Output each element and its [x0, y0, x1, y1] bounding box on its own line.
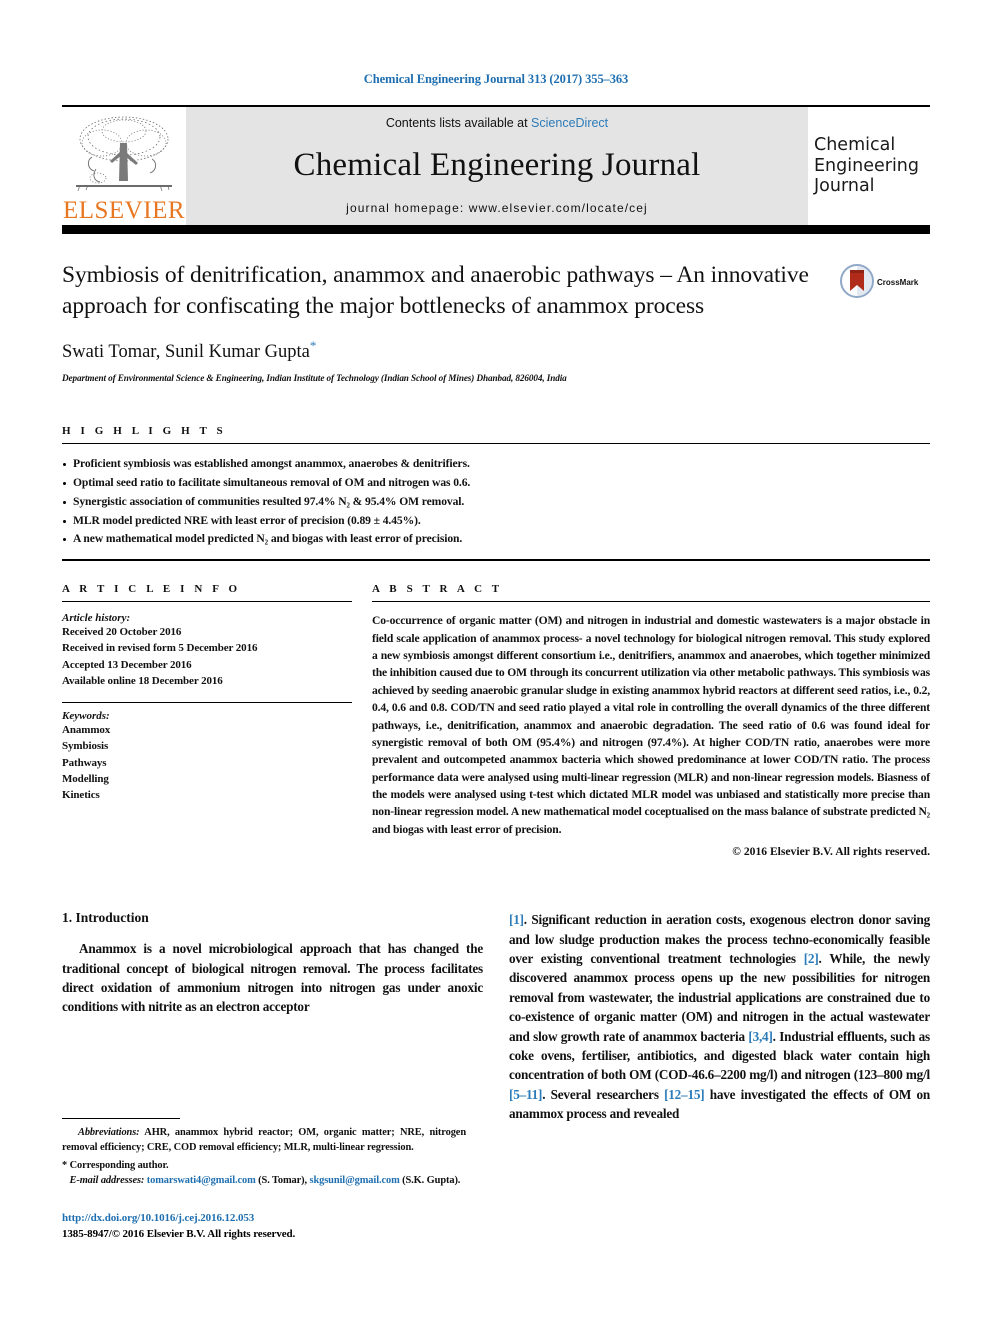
email-owner-2: (S.K. Gupta).: [399, 1174, 461, 1186]
corresponding-author-note: * Corresponding author.: [62, 1159, 169, 1171]
article-history-item: Received in revised form 5 December 2016: [62, 642, 258, 655]
citation-reference-link[interactable]: [12–15]: [664, 1087, 705, 1102]
abstract-body: Co-occurrence of organic matter (OM) and…: [372, 612, 930, 838]
section-heading-introduction: 1. Introduction: [62, 910, 149, 926]
email-owner-1: (S. Tomar),: [255, 1174, 310, 1186]
keyword-item: Kinetics: [62, 789, 100, 802]
corresponding-author-marker: *: [309, 338, 317, 354]
citation-reference-link[interactable]: [5–11]: [509, 1087, 542, 1102]
abstract-text: Co-occurrence of organic matter (OM) and…: [372, 614, 930, 836]
highlights-heading: H I G H L I G H T S: [62, 425, 227, 438]
affiliation: Department of Environmental Science & En…: [62, 373, 567, 384]
journal-homepage-link[interactable]: journal homepage: www.elsevier.com/locat…: [346, 201, 648, 215]
list-item: Synergistic association of communities r…: [62, 493, 930, 512]
highlights-list: Proficient symbiosis was established amo…: [62, 455, 930, 549]
contents-prefix: Contents lists available at: [385, 116, 532, 130]
list-item: MLR model predicted NRE with least error…: [62, 512, 930, 531]
abbreviations-label: Abbreviations:: [78, 1127, 140, 1138]
doi-block: http://dx.doi.org/10.1016/j.cej.2016.12.…: [62, 1211, 466, 1243]
abstract-column: A B S T R A C T Co-occurrence of organic…: [372, 583, 930, 858]
article-history-item: Received 20 October 2016: [62, 626, 182, 639]
body-column-right: [1]. Significant reduction in aeration c…: [509, 910, 930, 1123]
article-info-rule: [62, 601, 352, 603]
intro-paragraph-right: [1]. Significant reduction in aeration c…: [509, 910, 930, 1123]
abstract-rule: [372, 601, 930, 603]
issn-copyright-line: 1385-8947/© 2016 Elsevier B.V. All right…: [62, 1227, 296, 1240]
footnote-block: Abbreviations: AHR, anammox hybrid react…: [62, 1118, 466, 1243]
info-abstract-row: A R T I C L E I N F O Article history: R…: [62, 583, 930, 858]
citation-reference-link[interactable]: [2]: [804, 951, 819, 966]
body-columns: 1. Introduction Anammox is a novel micro…: [62, 910, 930, 1123]
crossmark-badge[interactable]: CrossMark: [840, 260, 930, 383]
article-history-label: Article history:: [62, 612, 131, 625]
highlights-bottom-rule: [62, 559, 930, 562]
keyword-item: Pathways: [62, 756, 107, 769]
contents-available-line: Contents lists available at ScienceDirec…: [386, 116, 608, 130]
citation-reference-link[interactable]: [3,4]: [748, 1029, 772, 1044]
elsevier-tree-icon: [76, 116, 172, 192]
abstract-heading: A B S T R A C T: [372, 583, 503, 596]
email-note: E-mail addresses: tomarswati4@gmail.com …: [62, 1174, 466, 1189]
page-title: Symbiosis of denitrification, anammox an…: [62, 262, 809, 319]
list-item: Proficient symbiosis was established amo…: [62, 455, 930, 474]
citation-reference-link[interactable]: [1]: [509, 912, 524, 927]
cover-line-3: Journal: [814, 176, 875, 197]
keywords-separator-rule: [62, 702, 352, 704]
elsevier-wordmark: ELSEVIER: [62, 197, 186, 224]
article-history-item: Accepted 13 December 2016: [62, 658, 192, 671]
masthead: ELSEVIER Contents lists available at Sci…: [62, 107, 930, 225]
intro-paragraph-left: Anammox is a novel microbiological appro…: [62, 941, 483, 1015]
crossmark-label: CrossMark: [877, 278, 919, 287]
footnote-rule: [62, 1118, 180, 1119]
body-column-left: 1. Introduction Anammox is a novel micro…: [62, 910, 483, 1123]
email-label: E-mail addresses:: [69, 1174, 145, 1186]
keywords-label: Keywords:: [62, 710, 110, 723]
journal-title: Chemical Engineering Journal: [293, 147, 701, 183]
paper-page: Chemical Engineering Journal 313 (2017) …: [0, 0, 992, 1323]
article-info-column: A R T I C L E I N F O Article history: R…: [62, 583, 352, 858]
copyright-line: © 2016 Elsevier B.V. All rights reserved…: [732, 845, 930, 859]
author-list: Swati Tomar, Sunil Kumar Gupta*: [62, 338, 820, 363]
keyword-item: Modelling: [62, 773, 109, 786]
email-link-1[interactable]: tomarswati4@gmail.com: [147, 1175, 256, 1186]
journal-citation: Chemical Engineering Journal 313 (2017) …: [363, 72, 629, 86]
highlights-top-rule: [62, 443, 930, 445]
title-block: Symbiosis of denitrification, anammox an…: [62, 260, 930, 383]
body-text-run: . Several researchers: [542, 1086, 665, 1102]
elsevier-logo: ELSEVIER: [62, 107, 186, 225]
cover-line-2: Engineering: [814, 155, 919, 176]
journal-cover-thumbnail: Chemical Engineering Journal: [808, 107, 930, 225]
highlights-section: H I G H L I G H T S Proficient symbiosis…: [62, 425, 930, 562]
article-history-item: Available online 18 December 2016: [62, 674, 223, 687]
abbreviations-note: Abbreviations: AHR, anammox hybrid react…: [62, 1126, 466, 1156]
doi-link[interactable]: http://dx.doi.org/10.1016/j.cej.2016.12.…: [62, 1211, 466, 1227]
keyword-item: Symbiosis: [62, 740, 109, 753]
email-link-2[interactable]: skgsunil@gmail.com: [310, 1175, 400, 1186]
author-names: Swati Tomar, Sunil Kumar Gupta: [62, 342, 310, 363]
sciencedirect-link[interactable]: ScienceDirect: [531, 116, 608, 130]
masthead-band: Contents lists available at ScienceDirec…: [186, 107, 808, 225]
crossmark-icon: [840, 264, 874, 298]
masthead-bottom-band: [62, 225, 930, 234]
keyword-item: Anammox: [62, 724, 111, 737]
article-info-heading: A R T I C L E I N F O: [62, 583, 241, 596]
cover-line-1: Chemical: [814, 135, 896, 156]
list-item: A new mathematical model predicted N₂ an…: [62, 530, 930, 549]
list-item: Optimal seed ratio to facilitate simulta…: [62, 474, 930, 493]
